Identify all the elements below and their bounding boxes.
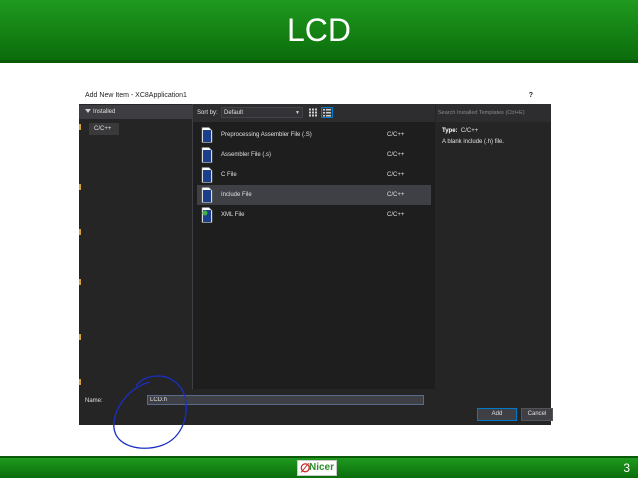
file-icon [201, 167, 213, 183]
details-type-value: C/C++ [460, 128, 479, 134]
search-templates-input[interactable]: Search Installed Templates (Ctrl+E) [436, 104, 551, 122]
add-new-item-dialog: Add New Item - XC8Application1 ? Install… [79, 87, 553, 425]
sort-dropdown[interactable]: Default ▼ [221, 107, 303, 118]
template-category-pane: Installed C/C++ [79, 104, 193, 389]
template-item-assembler[interactable]: Assembler File (.s) C/C++ [197, 145, 431, 165]
chevron-down-icon: ▼ [295, 110, 300, 116]
template-item-name: Assembler File (.s) [221, 152, 272, 158]
tree-item-label: C/C++ [94, 126, 112, 132]
expand-triangle-icon[interactable] [85, 109, 91, 113]
slide-header: LCD [0, 0, 638, 63]
template-item-type: C/C++ [387, 152, 405, 158]
template-item-name: XML File [221, 212, 245, 218]
dialog-title: Add New Item - XC8Application1 [85, 92, 187, 99]
help-button[interactable]: ? [529, 90, 533, 101]
template-details-pane: Search Installed Templates (Ctrl+E) Type… [436, 104, 551, 389]
search-placeholder: Search Installed Templates (Ctrl+E) [438, 110, 525, 116]
template-item-type: C/C++ [387, 192, 405, 198]
xml-file-icon [201, 207, 213, 223]
template-item-name: Preprocessing Assembler File (.S) [221, 132, 312, 138]
template-item-type: C/C++ [387, 172, 405, 178]
installed-node[interactable]: Installed [79, 105, 193, 119]
slide-footer: ∅ Nicer 3 [0, 456, 638, 478]
file-icon [201, 147, 213, 163]
template-item-include-file[interactable]: Include File C/C++ [197, 185, 431, 205]
cancel-button[interactable]: Cancel [521, 408, 553, 421]
details-type: Type: C/C++ [442, 126, 478, 136]
template-item-preprocessing-assembler[interactable]: Preprocessing Assembler File (.S) C/C++ [197, 125, 431, 145]
details-type-label: Type: [442, 128, 458, 134]
add-button[interactable]: Add [477, 408, 517, 421]
template-list-pane: Sort by: Default ▼ Preprocessing Assembl… [193, 104, 435, 389]
name-input[interactable] [147, 395, 424, 405]
installed-label: Installed [93, 109, 116, 115]
list-view-icon[interactable] [321, 107, 333, 118]
template-item-name: Include File [221, 192, 252, 198]
template-item-xml-file[interactable]: XML File C/C++ [197, 205, 431, 225]
grid-view-icon[interactable] [307, 107, 319, 118]
template-item-c-file[interactable]: C File C/C++ [197, 165, 431, 185]
template-item-name: C File [221, 172, 237, 178]
details-description: A blank include (.h) file. [442, 139, 505, 145]
slide-title: LCD [286, 12, 351, 48]
dialog-titlebar: Add New Item - XC8Application1 ? [79, 87, 551, 104]
sort-toolbar: Sort by: Default ▼ [193, 104, 435, 122]
page-number: 3 [623, 461, 630, 475]
sort-value: Default [224, 110, 244, 116]
template-item-type: C/C++ [387, 212, 405, 218]
name-label: Name: [85, 398, 103, 404]
left-edge-marks [79, 104, 81, 404]
tree-item-c-cpp[interactable]: C/C++ [89, 123, 119, 135]
file-icon [201, 127, 213, 143]
template-item-type: C/C++ [387, 132, 405, 138]
nicer-logo: ∅ Nicer [297, 460, 337, 476]
file-icon [201, 187, 213, 203]
logo-text: Nicer [309, 462, 335, 473]
sort-label: Sort by: [197, 110, 218, 116]
